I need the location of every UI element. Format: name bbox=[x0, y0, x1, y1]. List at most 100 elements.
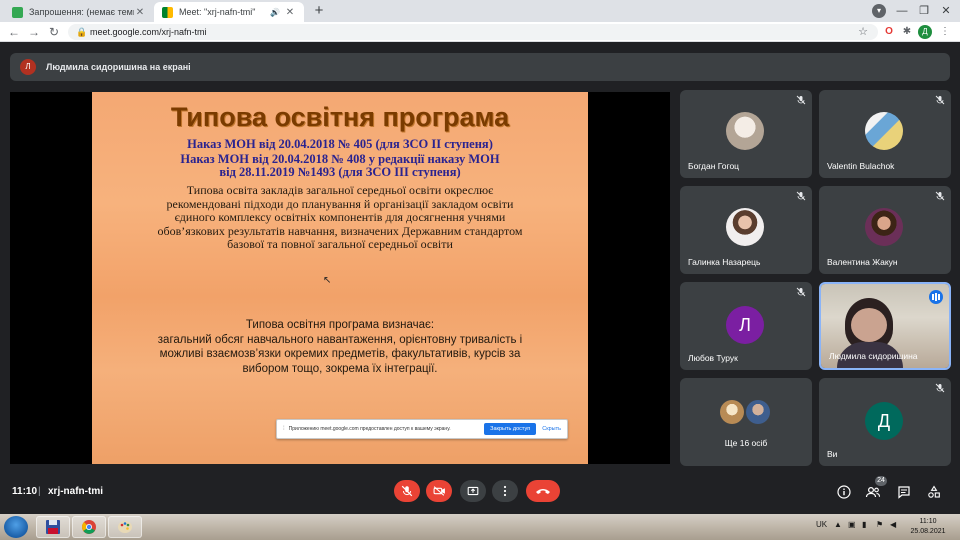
participant-tile[interactable]: Л Любов Турук bbox=[680, 282, 812, 370]
volume-icon[interactable]: ◀ bbox=[890, 520, 896, 529]
toggle-mic-button[interactable] bbox=[394, 480, 420, 502]
action-center-icon[interactable]: ⚑ bbox=[876, 520, 883, 529]
participant-name: Галинка Назарець bbox=[688, 257, 761, 267]
participant-name: Любов Турук bbox=[688, 353, 738, 363]
activities-icon bbox=[928, 485, 940, 498]
participant-photo bbox=[726, 208, 764, 246]
meeting-details-button[interactable] bbox=[835, 483, 853, 501]
people-icon bbox=[865, 486, 881, 498]
browser-toolbar: ← → ↻ 🔒 meet.google.com/xrj-nafn-tmi ☆ O… bbox=[0, 22, 960, 42]
slide-paragraph-2: Типова освітня програма визначає: загаль… bbox=[142, 318, 538, 376]
reload-button[interactable]: ↻ bbox=[46, 24, 62, 40]
paint-palette-icon bbox=[118, 521, 132, 533]
start-button[interactable] bbox=[4, 516, 28, 538]
mic-off-icon bbox=[935, 95, 945, 105]
participant-letter-avatar: Д bbox=[865, 402, 903, 440]
mic-off-icon bbox=[935, 383, 945, 393]
tray-expand-icon[interactable]: ▲ bbox=[834, 520, 842, 529]
windows-taskbar: UK ▲ ▣ ▮ ⚑ ◀ 11:10 25.08.2021 bbox=[0, 514, 960, 540]
participant-name: Ви bbox=[827, 449, 838, 459]
tab-invitation[interactable]: Запрошення: (немає теми) @ ср ✕ bbox=[4, 2, 154, 22]
mouse-cursor-icon: ↖ bbox=[323, 275, 332, 286]
presenter-banner-text: Людмила сидоришина на екрані bbox=[46, 62, 191, 72]
participant-tile-speaking[interactable]: Людмила сидоришина bbox=[819, 282, 951, 370]
meet-favicon-icon bbox=[162, 6, 173, 18]
url-text[interactable]: meet.google.com/xrj-nafn-tmi bbox=[90, 24, 207, 40]
participants-count-badge: 24 bbox=[875, 476, 887, 486]
address-bar[interactable]: 🔒 meet.google.com/xrj-nafn-tmi ☆ bbox=[68, 24, 878, 40]
minimize-button[interactable]: — bbox=[892, 2, 912, 20]
speaker-icon[interactable]: 🔊 bbox=[270, 8, 280, 17]
shared-slide: Типова освітня програма Наказ МОН від 20… bbox=[92, 92, 588, 464]
system-clock[interactable]: 11:10 25.08.2021 bbox=[906, 517, 950, 537]
more-options-button[interactable] bbox=[492, 480, 518, 502]
meeting-time: 11:10 bbox=[12, 486, 38, 497]
participant-letter-avatar: Л bbox=[726, 306, 764, 344]
participant-tile[interactable]: Галинка Назарець bbox=[680, 186, 812, 274]
tab-search-icon[interactable]: ▾ bbox=[872, 4, 886, 18]
participant-name: Богдан Гогоц bbox=[688, 161, 740, 171]
drag-handle-icon[interactable]: ⁞ bbox=[283, 426, 285, 432]
chrome-icon bbox=[82, 520, 96, 534]
present-screen-button[interactable] bbox=[460, 480, 486, 502]
slide-order-line-2: Наказ МОН від 20.04.2018 № 408 у редакці… bbox=[92, 153, 588, 179]
slide-title: Типова освітня програма bbox=[170, 102, 510, 132]
presentation-stage: Типова освітня програма Наказ МОН від 20… bbox=[10, 92, 670, 464]
leave-call-button[interactable] bbox=[526, 480, 560, 502]
lock-icon[interactable]: 🔒 bbox=[76, 24, 87, 40]
tab-title: Запрошення: (немає теми) @ ср bbox=[29, 7, 134, 17]
toggle-camera-button[interactable] bbox=[426, 480, 452, 502]
new-tab-button[interactable]: + bbox=[310, 3, 328, 19]
maximize-button[interactable]: ❐ bbox=[914, 2, 934, 20]
time-separator: | bbox=[38, 486, 41, 497]
stop-sharing-button[interactable]: Закрыть доступ bbox=[484, 423, 537, 435]
taskbar-app-save[interactable] bbox=[36, 516, 70, 538]
participant-photo bbox=[726, 112, 764, 150]
self-tile[interactable]: Д Ви bbox=[819, 378, 951, 466]
participant-tile[interactable]: Богдан Гогоц bbox=[680, 90, 812, 178]
close-tab-icon[interactable]: ✕ bbox=[134, 7, 146, 18]
taskbar-app-chrome[interactable] bbox=[72, 516, 106, 538]
extensions-puzzle-icon[interactable]: ✱ bbox=[900, 25, 914, 39]
floppy-disk-icon bbox=[46, 520, 60, 534]
close-tab-icon[interactable]: ✕ bbox=[284, 7, 296, 18]
language-indicator[interactable]: UK bbox=[816, 520, 827, 529]
present-icon bbox=[467, 486, 479, 496]
slide-paragraph-2-heading: Типова освітня програма визначає: bbox=[245, 319, 435, 331]
more-participants-tile[interactable]: Ще 16 осіб bbox=[680, 378, 812, 466]
participant-tile[interactable]: Валентина Жакун bbox=[819, 186, 951, 274]
mic-off-icon bbox=[796, 287, 806, 297]
chat-button[interactable] bbox=[895, 483, 913, 501]
back-button[interactable]: ← bbox=[6, 24, 22, 40]
hide-notification-button[interactable]: Скрыть bbox=[542, 426, 561, 432]
menu-dots-icon[interactable]: ⋮ bbox=[938, 25, 952, 39]
hang-up-icon bbox=[536, 489, 550, 494]
camera-off-icon bbox=[433, 486, 445, 496]
mic-off-icon bbox=[935, 191, 945, 201]
info-icon bbox=[837, 485, 851, 499]
bookmark-star-icon[interactable]: ☆ bbox=[858, 24, 868, 40]
mic-off-icon bbox=[401, 485, 413, 497]
participant-name: Валентина Жакун bbox=[827, 257, 898, 267]
network-icon[interactable]: ▮ bbox=[862, 520, 866, 529]
taskbar-app-paint[interactable] bbox=[108, 516, 142, 538]
slide-order-line-2a: Наказ МОН від 20.04.2018 № 408 у редакці… bbox=[180, 152, 500, 166]
participant-photo bbox=[720, 400, 744, 424]
profile-avatar[interactable]: Д bbox=[918, 25, 932, 39]
forward-button[interactable]: → bbox=[26, 24, 42, 40]
close-window-button[interactable]: ✕ bbox=[936, 2, 956, 20]
activities-button[interactable] bbox=[925, 483, 943, 501]
opera-extension-icon[interactable]: O bbox=[882, 25, 896, 39]
tab-meet[interactable]: Meet: "xrj-nafn-tmi" 🔊 ✕ bbox=[154, 2, 304, 22]
tray-app-icon[interactable]: ▣ bbox=[848, 520, 856, 529]
participant-photo bbox=[865, 208, 903, 246]
screen-share-notification: ⁞ Приложению meet.google.com предоставле… bbox=[276, 419, 568, 439]
slide-paragraph-1: Типова освіта закладів загальної середнь… bbox=[157, 183, 523, 251]
more-vertical-icon bbox=[503, 485, 507, 497]
participant-name: Людмила сидоришина bbox=[829, 351, 918, 361]
presenter-banner: Л Людмила сидоришина на екрані bbox=[10, 53, 950, 81]
share-message: Приложению meet.google.com предоставлен … bbox=[288, 426, 451, 432]
participant-tile[interactable]: Valentin Bulachok bbox=[819, 90, 951, 178]
mic-off-icon bbox=[796, 95, 806, 105]
system-time: 11:10 bbox=[919, 518, 937, 525]
